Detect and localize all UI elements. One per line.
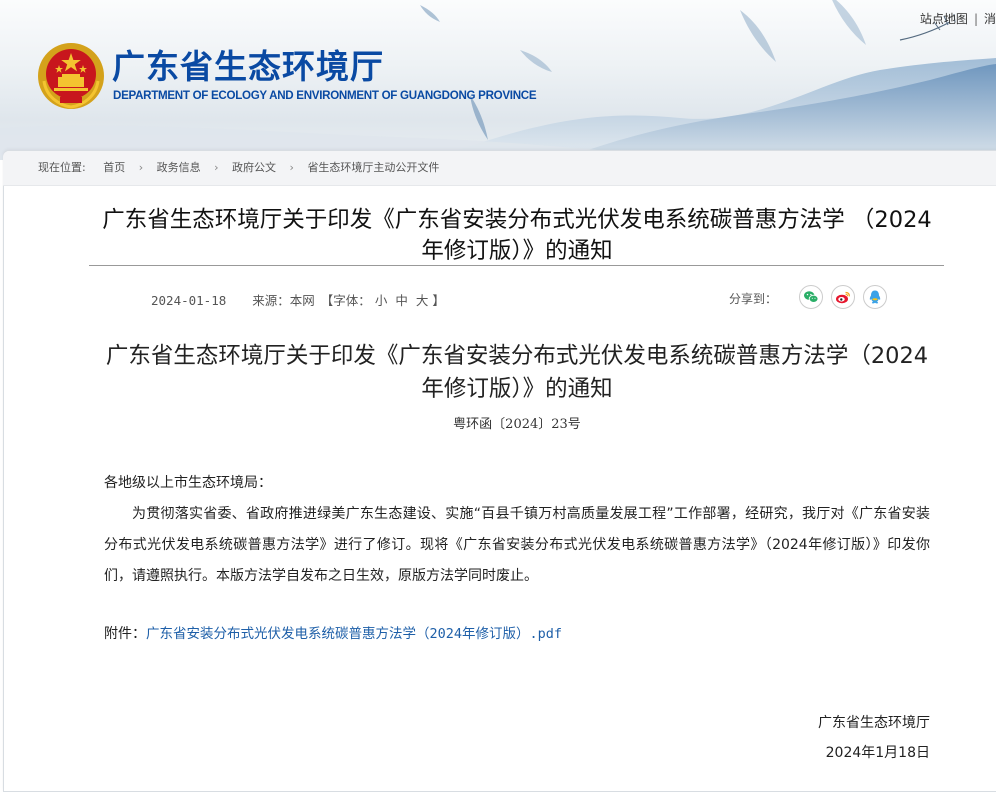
- font-size-close: 】: [432, 293, 445, 308]
- source-value: 本网: [289, 293, 315, 308]
- top-link-truncated[interactable]: 消: [984, 12, 996, 26]
- breadcrumb-label: 现在位置:: [38, 161, 86, 174]
- attachment-pdf-link[interactable]: 广东省安装分布式光伏发电系统碳普惠方法学（2024年修订版）.pdf: [146, 626, 562, 642]
- site-subtitle: DEPARTMENT OF ECOLOGY AND ENVIRONMENT OF…: [113, 89, 537, 102]
- breadcrumb-arrow-icon: ›: [138, 161, 144, 174]
- breadcrumb-gov-info[interactable]: 政务信息: [157, 161, 201, 174]
- signature-date: 2024年1月18日: [825, 745, 930, 761]
- document-title: 广东省生态环境厅关于印发《广东省安装分布式光伏发电系统碳普惠方法学（2024年修…: [105, 343, 929, 402]
- breadcrumb-gov-documents[interactable]: 政府公文: [232, 161, 276, 174]
- article-meta: 2024-01-18 来源：本网 【字体： 小中大】: [151, 290, 445, 309]
- breadcrumb: 现在位置: 首页 › 政务信息 › 政府公文 › 省生态环境厅主动公开文件: [3, 151, 996, 186]
- font-size-medium-button[interactable]: 中: [395, 293, 408, 308]
- sitemap-link[interactable]: 站点地图: [920, 12, 968, 26]
- title-divider: [89, 265, 944, 266]
- attachment-label: 附件：: [104, 626, 146, 642]
- source-label: 来源：: [252, 293, 290, 308]
- site-header: 广东省生态环境厅 DEPARTMENT OF ECOLOGY AND ENVIR…: [0, 0, 996, 160]
- font-size-label: 【字体：: [320, 293, 371, 308]
- article-title: 广东省生态环境厅关于印发《广东省安装分布式光伏发电系统碳普惠方法学 （2024年…: [102, 207, 932, 264]
- publish-date: 2024-01-18: [151, 293, 227, 308]
- top-links-separator: |: [973, 12, 978, 26]
- salutation: 各地级以上市生态环境局：: [104, 475, 272, 491]
- qq-icon: [869, 290, 881, 304]
- breadcrumb-public-files[interactable]: 省生态环境厅主动公开文件: [307, 161, 439, 174]
- share-label: 分享到：: [729, 292, 778, 306]
- font-size-large-button[interactable]: 大: [416, 293, 429, 308]
- attachment-line: 附件：广东省安装分布式光伏发电系统碳普惠方法学（2024年修订版）.pdf: [104, 622, 562, 643]
- breadcrumb-arrow-icon: ›: [214, 161, 219, 174]
- document-number: 粤环函〔2024〕23号: [453, 417, 581, 432]
- national-emblem-logo: [38, 43, 104, 109]
- breadcrumb-arrow-icon: ›: [289, 161, 294, 174]
- wechat-icon: [804, 291, 819, 303]
- breadcrumb-home[interactable]: 首页: [103, 161, 125, 174]
- site-title: 广东省生态环境厅: [112, 47, 384, 86]
- share-weibo-button[interactable]: [831, 285, 855, 309]
- top-links: 站点地图 | 消: [920, 10, 996, 27]
- signature-organization: 广东省生态环境厅: [818, 715, 930, 731]
- font-size-small-button[interactable]: 小: [375, 293, 388, 308]
- weibo-icon: [836, 291, 850, 304]
- body-paragraph: 为贯彻落实省委、省政府推进绿美广东生态建设、实施“百县千镇万村高质量发展工程”工…: [104, 506, 930, 584]
- share-qq-button[interactable]: [863, 285, 887, 309]
- share-wechat-button[interactable]: [799, 285, 823, 309]
